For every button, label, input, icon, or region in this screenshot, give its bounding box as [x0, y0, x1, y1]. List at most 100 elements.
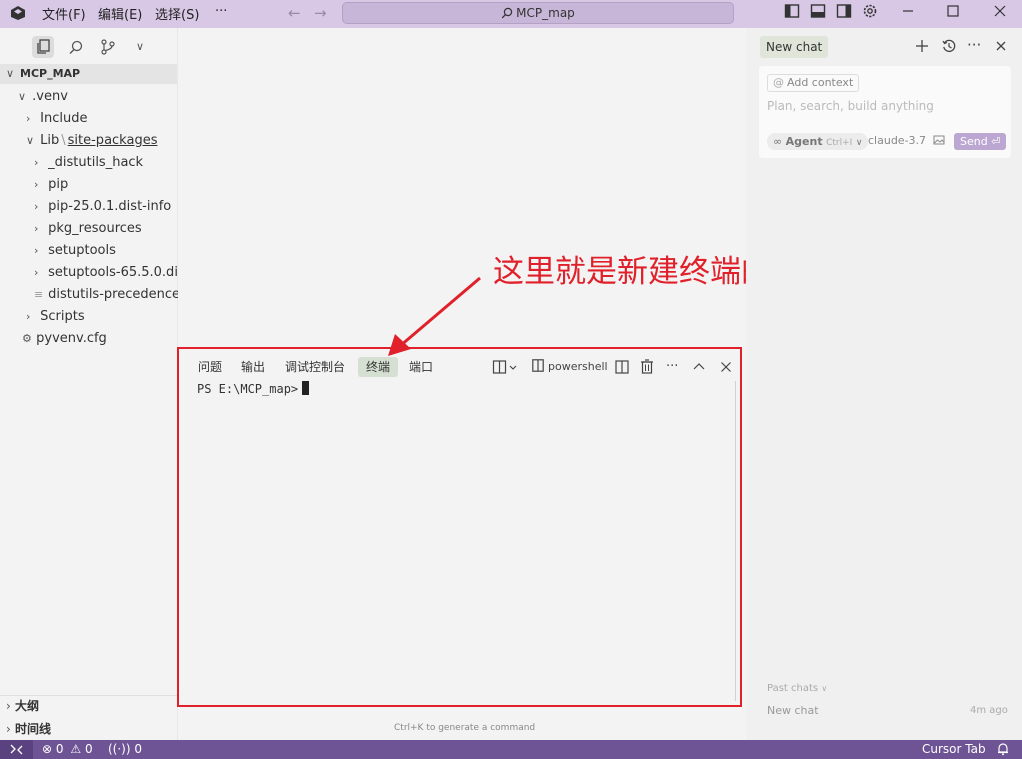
source-control-icon[interactable] [97, 36, 119, 58]
tree-item-scripts[interactable]: › Scripts [26, 306, 85, 328]
tree-item-label: setuptools [48, 243, 116, 258]
section-timeline[interactable]: › 时间线 [6, 718, 51, 740]
split-terminal-icon[interactable] [615, 357, 629, 377]
close-window-icon[interactable] [992, 3, 1010, 21]
menu-selection[interactable]: 选择(S) [155, 4, 199, 23]
status-bar: ⊗ 0 ⚠ 0 ((·)) 0 Cursor Tab [0, 740, 1022, 759]
agent-label: Agent [785, 135, 823, 148]
enter-icon: ⏎ [991, 135, 1001, 148]
chevron-right-icon: › [26, 310, 31, 323]
model-select[interactable]: claude-3.7 [868, 134, 926, 147]
more-actions-icon[interactable]: ··· [666, 357, 678, 377]
tab-problems[interactable]: 问题 [198, 357, 222, 377]
tree-item-label: pip-25.0.1.dist-info [48, 199, 172, 214]
minimize-icon[interactable] [900, 3, 918, 21]
terminal-prompt: PS E:\MCP_map> [197, 382, 299, 396]
tree-item-label-site-packages[interactable]: site-packages [68, 133, 158, 148]
chevron-right-icon: › [34, 222, 39, 235]
tree-item-include[interactable]: › Include [26, 108, 87, 130]
tree-item-distutils-hack[interactable]: › _distutils_hack [34, 152, 143, 174]
tree-item-setuptools-dist-info[interactable]: › setuptools-65.5.0.di... [34, 262, 190, 284]
past-chat-time: 4m ago [970, 705, 1008, 716]
past-chat-item[interactable]: New chat [767, 704, 819, 717]
menu-file[interactable]: 文件(F) [42, 4, 86, 23]
error-count: 0 [55, 742, 64, 756]
back-arrow-icon[interactable]: ← [288, 4, 301, 22]
tree-item-distutils-precedence[interactable]: ≡ distutils-precedence... [34, 284, 192, 306]
toggle-sidebar-icon[interactable] [784, 3, 802, 21]
chevron-down-icon: ∨ [6, 67, 15, 80]
tree-item-label: Include [40, 111, 88, 126]
forward-arrow-icon[interactable]: → [314, 4, 327, 22]
chevron-down-icon: ∨ [26, 134, 35, 147]
cursor-tab-status[interactable]: Cursor Tab [922, 742, 986, 756]
past-chats-header[interactable]: Past chats ∨ [767, 683, 827, 694]
menu-more[interactable]: ··· [215, 4, 227, 19]
past-chats-label: Past chats [767, 683, 819, 694]
tab-new-chat[interactable]: New chat [760, 36, 829, 58]
agent-mode-select[interactable]: ∞ Agent Ctrl+I ∨ [767, 133, 869, 150]
chevron-down-icon: ∨ [855, 138, 863, 148]
more-actions-icon[interactable]: ··· [967, 36, 981, 54]
project-name: MCP_MAP [20, 67, 81, 80]
trash-icon[interactable] [640, 357, 654, 377]
tab-terminal[interactable]: 终端 [358, 357, 399, 377]
split-layout-icon[interactable] [492, 357, 518, 377]
search-text: MCP_map [516, 6, 575, 20]
tab-output[interactable]: 输出 [241, 357, 265, 377]
ports-indicator[interactable]: ((·)) 0 [108, 742, 142, 756]
remote-indicator-icon[interactable] [0, 740, 33, 759]
command-center-search[interactable]: MCP_map [342, 2, 734, 24]
warning-icon: ⚠ [70, 742, 82, 756]
tree-item-pyvenv-cfg[interactable]: ⚙ pyvenv.cfg [22, 328, 107, 350]
toggle-panel-icon[interactable] [810, 3, 828, 21]
notifications-bell-icon[interactable] [996, 742, 1010, 756]
terminal-output[interactable]: PS E:\MCP_map> [197, 381, 310, 396]
tree-item-label: Lib [40, 133, 60, 148]
terminal-scrollbar[interactable] [735, 381, 736, 701]
section-outline[interactable]: › 大纲 [6, 695, 39, 717]
close-panel-icon[interactable] [719, 357, 733, 377]
tree-item-label: _distutils_hack [48, 155, 144, 170]
section-label: 时间线 [15, 722, 52, 736]
settings-gear-icon[interactable] [862, 3, 880, 21]
toggle-secondary-sidebar-icon[interactable] [836, 3, 854, 21]
search-icon [501, 7, 513, 19]
problems-indicator[interactable]: ⊗ 0 ⚠ 0 [42, 742, 93, 756]
maximize-panel-icon[interactable] [692, 357, 706, 377]
terminal-panel: 问题 输出 调试控制台 终端 端口 powershell ··· PS E:\M… [177, 347, 742, 707]
add-context-button[interactable]: @ Add context [767, 74, 860, 92]
search-view-icon[interactable] [65, 36, 87, 58]
at-icon: @ [773, 76, 784, 89]
gear-icon: ⚙ [22, 332, 32, 345]
project-header[interactable]: ∨ MCP_MAP [0, 64, 177, 84]
tree-item-pip-dist-info[interactable]: › pip-25.0.1.dist-info [34, 196, 171, 218]
tree-item-pip[interactable]: › pip [34, 174, 68, 196]
send-label: Send [960, 135, 988, 148]
chevron-right-icon: › [34, 266, 39, 279]
image-icon[interactable] [933, 134, 945, 146]
close-chat-icon[interactable] [993, 38, 1009, 54]
tree-item-pkg-resources[interactable]: › pkg_resources [34, 218, 142, 240]
error-icon: ⊗ [42, 742, 53, 756]
tree-item-venv[interactable]: ∨ .venv [18, 86, 68, 108]
chevron-down-icon: ∨ [18, 90, 27, 103]
broadcast-icon: ((·)) [108, 742, 131, 756]
tree-item-label: pkg_resources [48, 221, 142, 236]
tree-item-setuptools[interactable]: › setuptools [34, 240, 116, 262]
explorer-files-icon[interactable] [32, 36, 54, 58]
chevron-down-icon[interactable]: ∨ [129, 36, 151, 58]
tree-item-label: Scripts [40, 309, 85, 324]
maximize-icon[interactable] [945, 3, 963, 21]
tab-ports[interactable]: 端口 [409, 357, 433, 377]
terminal-instance[interactable]: powershell [532, 357, 608, 377]
menu-edit[interactable]: 编辑(E) [98, 4, 142, 23]
history-icon[interactable] [941, 38, 957, 54]
send-button[interactable]: Send ⏎ [954, 133, 1007, 150]
chevron-right-icon: › [26, 112, 31, 125]
terminal-split-icon [532, 359, 544, 372]
chat-input-placeholder[interactable]: Plan, search, build anything [767, 99, 934, 113]
plus-icon[interactable] [914, 38, 930, 54]
tab-debug-console[interactable]: 调试控制台 [285, 357, 345, 377]
tree-item-lib[interactable]: ∨ Lib \ site-packages [26, 130, 157, 152]
